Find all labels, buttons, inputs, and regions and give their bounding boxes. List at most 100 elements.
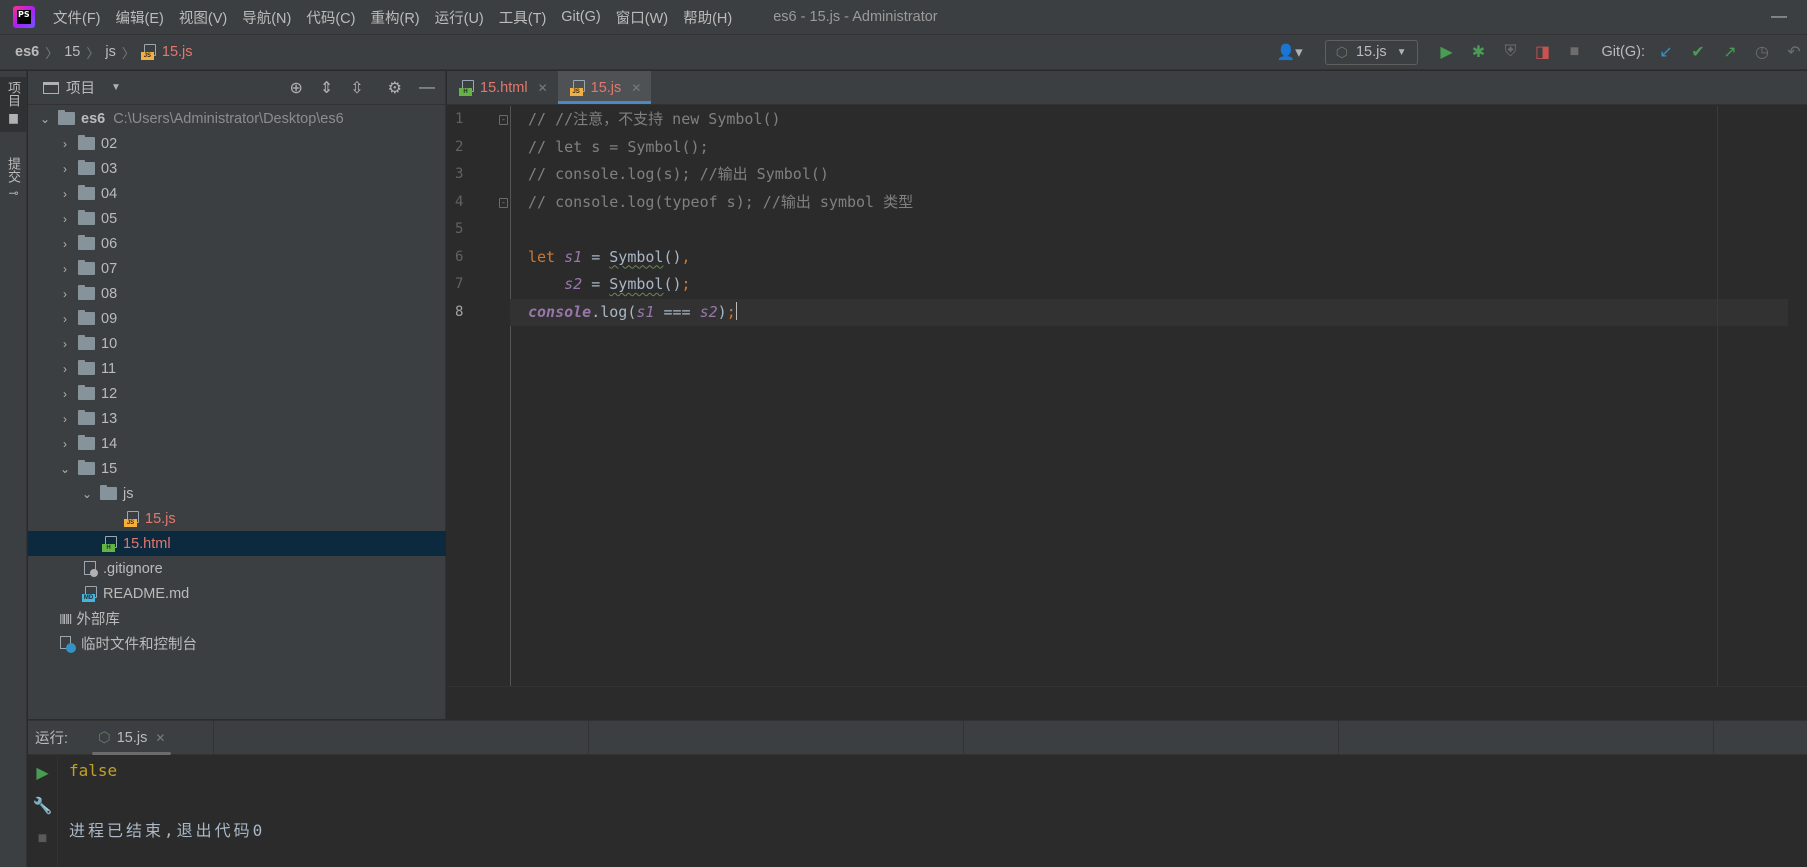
code-line[interactable]: s2 = Symbol(); — [518, 271, 1788, 299]
chevron-down-icon[interactable]: ⌄ — [38, 112, 52, 126]
close-icon[interactable]: ✕ — [538, 81, 548, 95]
chevron-right-icon[interactable]: › — [58, 187, 72, 201]
tree-row-folder-10[interactable]: › 10 — [28, 331, 446, 356]
git-commit-icon[interactable]: ✔ — [1687, 42, 1709, 62]
chevron-down-icon[interactable]: ▼ — [111, 82, 121, 93]
close-icon[interactable]: ✕ — [155, 731, 165, 745]
chevron-down-icon[interactable]: ⌄ — [58, 462, 72, 476]
chevron-down-icon[interactable]: ⌄ — [80, 487, 94, 501]
tree-row-folder-15[interactable]: ⌄ 15 — [28, 456, 446, 481]
chevron-right-icon[interactable]: › — [58, 237, 72, 251]
code-line-empty[interactable] — [518, 216, 1788, 244]
hide-panel-icon[interactable]: — — [419, 79, 435, 97]
breadcrumb-item-es6[interactable]: es6 — [15, 44, 39, 60]
menu-refactor[interactable]: 重构(R) — [370, 7, 419, 28]
menu-run[interactable]: 运行(U) — [435, 7, 484, 28]
tree-row-folder-06[interactable]: › 06 — [28, 231, 446, 256]
tree-row-folder-11[interactable]: › 11 — [28, 356, 446, 381]
code-line[interactable]: // console.log(typeof s); //输出 symbol 类型 — [518, 189, 1788, 217]
tab-15-html[interactable]: H 15.html ✕ — [447, 71, 558, 104]
chevron-right-icon[interactable]: › — [58, 312, 72, 326]
git-history-icon[interactable]: ◷ — [1751, 42, 1773, 62]
code-line[interactable]: let s1 = Symbol(), — [518, 244, 1788, 272]
tree-row-label: es6 — [81, 110, 106, 127]
minimize-button[interactable]: — — [1771, 8, 1787, 26]
tree-row-scratches[interactable]: 临时文件和控制台 — [28, 631, 446, 656]
menu-view[interactable]: 视图(V) — [179, 7, 227, 28]
menu-help[interactable]: 帮助(H) — [683, 7, 732, 28]
stripe-tab-commit[interactable]: 提交 ⊸ — [0, 153, 27, 204]
chevron-right-icon[interactable]: › — [58, 337, 72, 351]
run-configuration-select[interactable]: ⬡ 15.js ▼ — [1324, 39, 1418, 65]
tree-row-folder-04[interactable]: › 04 — [28, 181, 446, 206]
chevron-right-icon[interactable]: › — [58, 362, 72, 376]
chevron-right-icon[interactable]: › — [58, 162, 72, 176]
stop-icon[interactable]: ■ — [28, 822, 57, 855]
code-line[interactable]: // let s = Symbol(); — [518, 134, 1788, 162]
wrench-icon[interactable]: 🔧 — [28, 789, 57, 822]
locate-file-icon[interactable]: ⊕ — [289, 78, 302, 98]
expand-all-icon[interactable]: ⇕ — [320, 78, 333, 98]
tab-15-js[interactable]: JS 15.js ✕ — [557, 71, 652, 104]
tree-row-html-file[interactable]: H 15.html — [28, 531, 446, 556]
git-rollback-icon[interactable]: ↶ — [1783, 42, 1805, 62]
chevron-right-icon[interactable]: › — [58, 137, 72, 151]
tree-row-folder-14[interactable]: › 14 — [28, 431, 446, 456]
fold-icon[interactable]: - — [499, 197, 508, 208]
profile-icon[interactable]: ◨ — [1532, 42, 1554, 62]
tree-row-readme[interactable]: MD README.md — [28, 581, 446, 606]
collapse-all-icon[interactable]: ⇳ — [350, 78, 363, 98]
tree-row-folder-12[interactable]: › 12 — [28, 381, 446, 406]
code-line[interactable]: // //注意，不支持 new Symbol() — [518, 106, 1788, 134]
menu-code[interactable]: 代码(C) — [306, 7, 355, 28]
breadcrumb-item-15[interactable]: 15 — [64, 44, 80, 60]
tree-row-folder-08[interactable]: › 08 — [28, 281, 446, 306]
debug-icon[interactable]: ✱ — [1468, 42, 1490, 62]
git-push-icon[interactable]: ↗ — [1719, 42, 1741, 62]
user-account-icon[interactable]: 👤▾ — [1277, 43, 1303, 61]
code-line[interactable]: // console.log(s); //输出 Symbol() — [518, 161, 1788, 189]
fold-icon[interactable]: - — [499, 115, 508, 125]
menu-window[interactable]: 窗口(W) — [616, 7, 668, 28]
menu-git[interactable]: Git(G) — [561, 9, 600, 25]
editor-horizontal-scroll-area[interactable] — [447, 686, 1807, 719]
chevron-right-icon[interactable]: › — [58, 387, 72, 401]
tree-row-folder-02[interactable]: › 02 — [28, 131, 446, 156]
tree-row-js-folder[interactable]: ⌄ js — [28, 481, 446, 506]
tree-row-folder-09[interactable]: › 09 — [28, 306, 446, 331]
chevron-right-icon[interactable]: › — [58, 412, 72, 426]
menu-file[interactable]: 文件(F) — [53, 7, 101, 28]
tree-row-js-file[interactable]: JS 15.js — [28, 506, 446, 531]
chevron-right-icon[interactable]: › — [58, 262, 72, 276]
tree-row-gitignore[interactable]: .gitignore — [28, 556, 446, 581]
stop-icon[interactable]: ■ — [1564, 43, 1586, 61]
chevron-right-icon[interactable]: › — [58, 287, 72, 301]
close-icon[interactable]: ✕ — [631, 81, 641, 95]
code-line-current[interactable]: console.log(s1 === s2); — [510, 298, 1788, 326]
breadcrumb-item-current-file[interactable]: 15.js — [162, 44, 193, 60]
gear-icon[interactable]: ⚙ — [388, 78, 402, 98]
tree-row-folder-13[interactable]: › 13 — [28, 406, 446, 431]
tree-row-folder-07[interactable]: › 07 — [28, 256, 446, 281]
tree-row-folder-03[interactable]: › 03 — [28, 156, 446, 181]
git-update-icon[interactable]: ↙ — [1655, 42, 1677, 62]
rerun-icon[interactable]: ▶ — [28, 756, 57, 789]
breadcrumb-item-js[interactable]: js — [105, 44, 115, 60]
scratch-file-icon — [59, 635, 76, 653]
chevron-right-icon[interactable]: › — [58, 437, 72, 451]
code-editor[interactable]: // //注意，不支持 new Symbol() // let s = Symb… — [510, 106, 1788, 326]
line-number: 5 — [455, 221, 464, 237]
tree-row-root[interactable]: ⌄ es6 C:\Users\Administrator\Desktop\es6 — [28, 106, 446, 131]
console-output[interactable]: false 进程已结束,退出代码0 — [69, 756, 265, 846]
stripe-tab-project[interactable]: 项目 ▆ — [0, 77, 27, 132]
chevron-right-icon[interactable]: › — [58, 212, 72, 226]
project-panel-title[interactable]: 项目 — [66, 77, 95, 98]
tree-row-folder-05[interactable]: › 05 — [28, 206, 446, 231]
tree-row-external-libraries[interactable]: ǁǁǁ 外部库 — [28, 606, 446, 631]
menu-tools[interactable]: 工具(T) — [499, 7, 547, 28]
coverage-icon[interactable]: ⛨ — [1500, 43, 1522, 61]
menu-edit[interactable]: 编辑(E) — [116, 7, 164, 28]
run-tab-15-js[interactable]: ⬡ 15.js ✕ — [88, 721, 175, 755]
run-icon[interactable]: ▶ — [1436, 42, 1458, 62]
menu-navigate[interactable]: 导航(N) — [242, 7, 291, 28]
